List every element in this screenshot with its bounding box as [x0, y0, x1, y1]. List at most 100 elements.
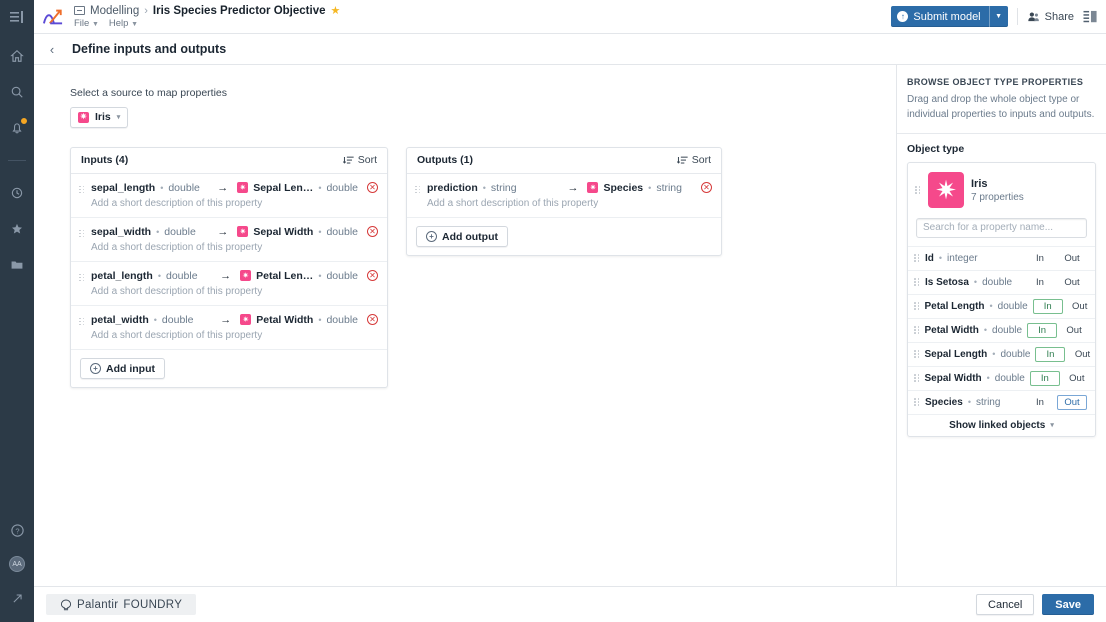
table-row[interactable]: petal_length • double → ✷ Petal Len… • d…	[71, 262, 387, 306]
save-button[interactable]: Save	[1042, 594, 1094, 615]
output-type: string	[490, 181, 517, 194]
property-out-button[interactable]: Out	[1065, 299, 1095, 314]
external-link-icon[interactable]	[7, 588, 27, 608]
page-header: ‹ Define inputs and outputs	[34, 34, 1106, 65]
table-row[interactable]: sepal_width • double → ✷ Sepal Width • d…	[71, 218, 387, 262]
property-out-button[interactable]: Out	[1057, 394, 1087, 410]
object-type-gear-icon: ✷	[587, 182, 599, 193]
list-item[interactable]: Sepal Length • double In Out	[908, 341, 1097, 366]
list-item[interactable]: Petal Width • double In Out	[908, 317, 1095, 342]
input-description[interactable]: Add a short description of this property	[91, 198, 378, 209]
rail-primary-icons	[0, 34, 34, 275]
property-in-button[interactable]: In	[1032, 298, 1063, 314]
sidebar-toggle-button[interactable]	[0, 0, 34, 34]
property-out-button[interactable]: Out	[1062, 371, 1092, 386]
property-out-button[interactable]: Out	[1059, 323, 1089, 338]
notifications-icon[interactable]	[7, 117, 28, 138]
property-in-button[interactable]: In	[1025, 275, 1055, 290]
input-name: petal_width	[91, 313, 149, 326]
layout-panel-icon[interactable]	[1083, 10, 1098, 24]
input-mapping-target[interactable]: ✷ Petal Width • double	[240, 314, 358, 326]
drag-handle-icon[interactable]	[914, 398, 920, 406]
drag-handle-icon[interactable]	[79, 273, 85, 282]
menu-file[interactable]: File ▼	[74, 18, 99, 29]
back-button[interactable]: ‹	[46, 42, 58, 57]
drag-handle-icon[interactable]	[79, 185, 85, 194]
object-type-section: Object type ✷ Iris 7 properties Search f…	[897, 134, 1106, 437]
outputs-sort-button[interactable]: Sort	[676, 154, 711, 166]
favorites-icon[interactable]	[7, 219, 27, 239]
drag-handle-icon[interactable]	[914, 302, 920, 310]
remove-input-button[interactable]: ✕	[367, 226, 378, 237]
property-out-button[interactable]: Out	[1057, 275, 1087, 290]
list-item[interactable]: Is Setosa • double In Out	[908, 269, 1095, 294]
cancel-button[interactable]: Cancel	[976, 594, 1035, 615]
home-icon[interactable]	[7, 46, 27, 66]
chevron-down-icon: ▾	[116, 114, 121, 121]
list-item[interactable]: Id • integer In Out	[908, 245, 1095, 270]
property-search-input[interactable]	[916, 217, 1087, 238]
property-in-button[interactable]: In	[1027, 322, 1058, 338]
list-item[interactable]: Species • string In Out	[908, 389, 1095, 414]
drag-handle-icon[interactable]	[79, 229, 85, 238]
remove-output-button[interactable]: ✕	[701, 182, 712, 193]
table-row[interactable]: petal_width • double → ✷ Petal Width • d…	[71, 306, 387, 350]
inputs-sort-button[interactable]: Sort	[342, 154, 377, 166]
user-avatar[interactable]: AA	[7, 554, 27, 574]
add-output-button[interactable]: + Add output	[416, 226, 508, 247]
files-icon[interactable]	[7, 255, 27, 275]
list-item[interactable]: Petal Length • double In Out	[908, 293, 1095, 318]
add-input-button[interactable]: + Add input	[80, 358, 165, 379]
drag-handle-icon[interactable]	[915, 186, 921, 194]
input-description[interactable]: Add a short description of this property	[91, 286, 378, 297]
remove-input-button[interactable]: ✕	[367, 314, 378, 325]
drag-handle-icon[interactable]	[914, 326, 920, 334]
chevron-down-icon: ▼	[91, 21, 99, 28]
object-type-gear-icon: ✷	[240, 270, 252, 281]
drag-handle-icon[interactable]	[914, 278, 920, 286]
input-mapping-target[interactable]: ✷ Sepal Width • double	[237, 226, 358, 238]
property-out-button[interactable]: Out	[1067, 347, 1097, 362]
page-title: Define inputs and outputs	[72, 42, 227, 56]
drag-handle-icon[interactable]	[914, 254, 920, 262]
output-description[interactable]: Add a short description of this property	[427, 198, 712, 209]
remove-input-button[interactable]: ✕	[367, 270, 378, 281]
show-linked-objects-button[interactable]: Show linked objects ▾	[908, 413, 1095, 436]
breadcrumb-root[interactable]: Modelling	[90, 5, 139, 17]
property-in-button[interactable]: In	[1025, 395, 1055, 410]
submit-model-dropdown[interactable]: ▼	[988, 6, 1008, 27]
drag-handle-icon[interactable]	[415, 185, 421, 194]
help-icon[interactable]: ?	[7, 520, 27, 540]
maps-to-arrow-icon: →	[220, 269, 232, 282]
submit-model-button[interactable]: ↑ Submit model ▼	[891, 6, 1008, 27]
source-select-label: Select a source to map properties	[70, 87, 227, 99]
separator-dot: •	[989, 301, 993, 311]
table-row[interactable]: prediction • string → ✷ Species • string…	[407, 174, 721, 218]
main-column: Modelling › Iris Species Predictor Objec…	[34, 0, 1106, 622]
output-mapping-target[interactable]: ✷ Species • string	[587, 182, 682, 194]
property-in-button[interactable]: In	[1029, 370, 1060, 386]
drag-handle-icon[interactable]	[79, 317, 85, 326]
input-mapping-target[interactable]: ✷ Sepal Len… • double	[237, 182, 358, 194]
input-description[interactable]: Add a short description of this property	[91, 330, 378, 341]
remove-input-button[interactable]: ✕	[367, 182, 378, 193]
foundry-modelling-logo[interactable]	[40, 4, 66, 30]
drag-handle-icon[interactable]	[914, 350, 920, 358]
object-type-header[interactable]: ✷ Iris 7 properties	[908, 163, 1095, 217]
chevron-down-icon: ▾	[1050, 422, 1054, 429]
property-in-button[interactable]: In	[1025, 251, 1055, 266]
separator-dot: •	[967, 397, 971, 407]
search-icon[interactable]	[7, 82, 27, 102]
input-description[interactable]: Add a short description of this property	[91, 242, 378, 253]
share-button[interactable]: Share	[1027, 11, 1074, 23]
menu-help[interactable]: Help ▼	[109, 18, 138, 29]
source-select[interactable]: ✷ Iris ▾	[70, 106, 129, 128]
drag-handle-icon[interactable]	[914, 374, 920, 382]
recent-icon[interactable]	[7, 183, 27, 203]
favorite-star-icon[interactable]: ★	[331, 4, 341, 17]
property-out-button[interactable]: Out	[1057, 251, 1087, 266]
input-mapping-target[interactable]: ✷ Petal Len… • double	[240, 270, 358, 282]
property-in-button[interactable]: In	[1035, 346, 1066, 362]
table-row[interactable]: sepal_length • double → ✷ Sepal Len… • d…	[71, 174, 387, 218]
list-item[interactable]: Sepal Width • double In Out	[908, 365, 1095, 390]
